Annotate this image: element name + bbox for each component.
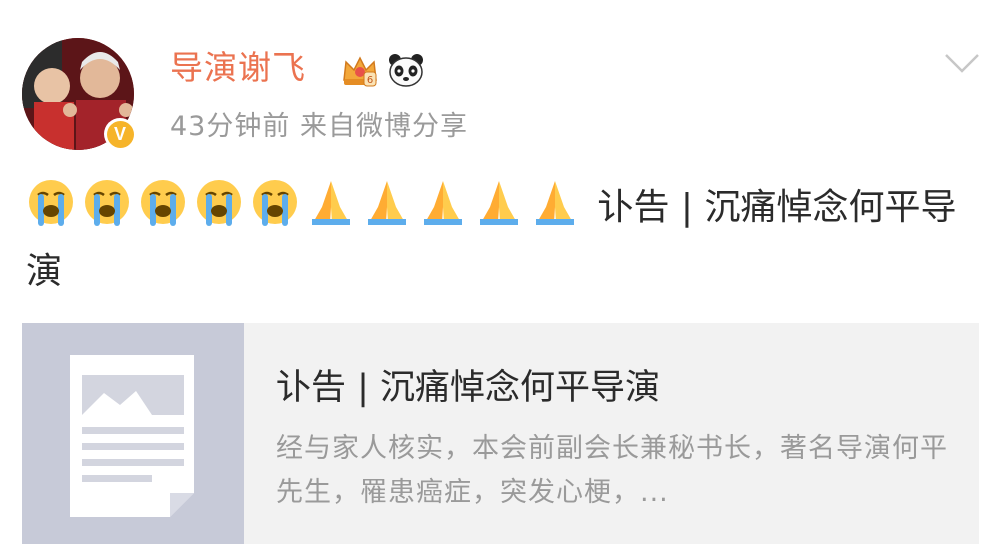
crying-face-icon xyxy=(197,180,241,226)
post-text: 讣告 | 沉痛悼念何平导演 xyxy=(26,176,966,304)
username[interactable]: 导演谢飞 xyxy=(170,46,306,90)
user-badges: 6 xyxy=(340,50,426,90)
link-card[interactable]: 讣告 | 沉痛悼念何平导演 经与家人核实，本会前副会长兼秘书长，著名导演何平先生… xyxy=(22,323,979,544)
emoji-row xyxy=(26,180,597,228)
panda-icon[interactable] xyxy=(386,50,426,90)
folded-hands-icon xyxy=(424,181,462,225)
verified-badge: V xyxy=(104,118,136,150)
folded-hands-icon xyxy=(480,181,518,225)
crying-face-icon xyxy=(29,180,73,226)
crying-face-icon xyxy=(253,180,297,226)
folded-hands-icon xyxy=(536,181,574,225)
card-thumbnail xyxy=(22,323,244,544)
crying-face-icon xyxy=(141,180,185,226)
post-meta: 43分钟前 来自微博分享 xyxy=(170,111,468,142)
avatar[interactable]: V xyxy=(22,38,136,150)
article-placeholder-icon xyxy=(70,355,194,517)
card-title[interactable]: 讣告 | 沉痛悼念何平导演 xyxy=(276,365,660,411)
chevron-down-icon[interactable] xyxy=(944,52,980,74)
card-description: 经与家人核实，本会前副会长兼秘书长，著名导演何平先生，罹患癌症，突发心梗，... xyxy=(276,433,948,508)
crying-face-icon xyxy=(85,180,129,226)
folded-hands-icon xyxy=(312,181,350,225)
verified-v-icon: V xyxy=(106,120,134,148)
svg-text:6: 6 xyxy=(367,75,373,86)
folded-hands-icon xyxy=(368,181,406,225)
crown-icon[interactable]: 6 xyxy=(340,50,380,90)
